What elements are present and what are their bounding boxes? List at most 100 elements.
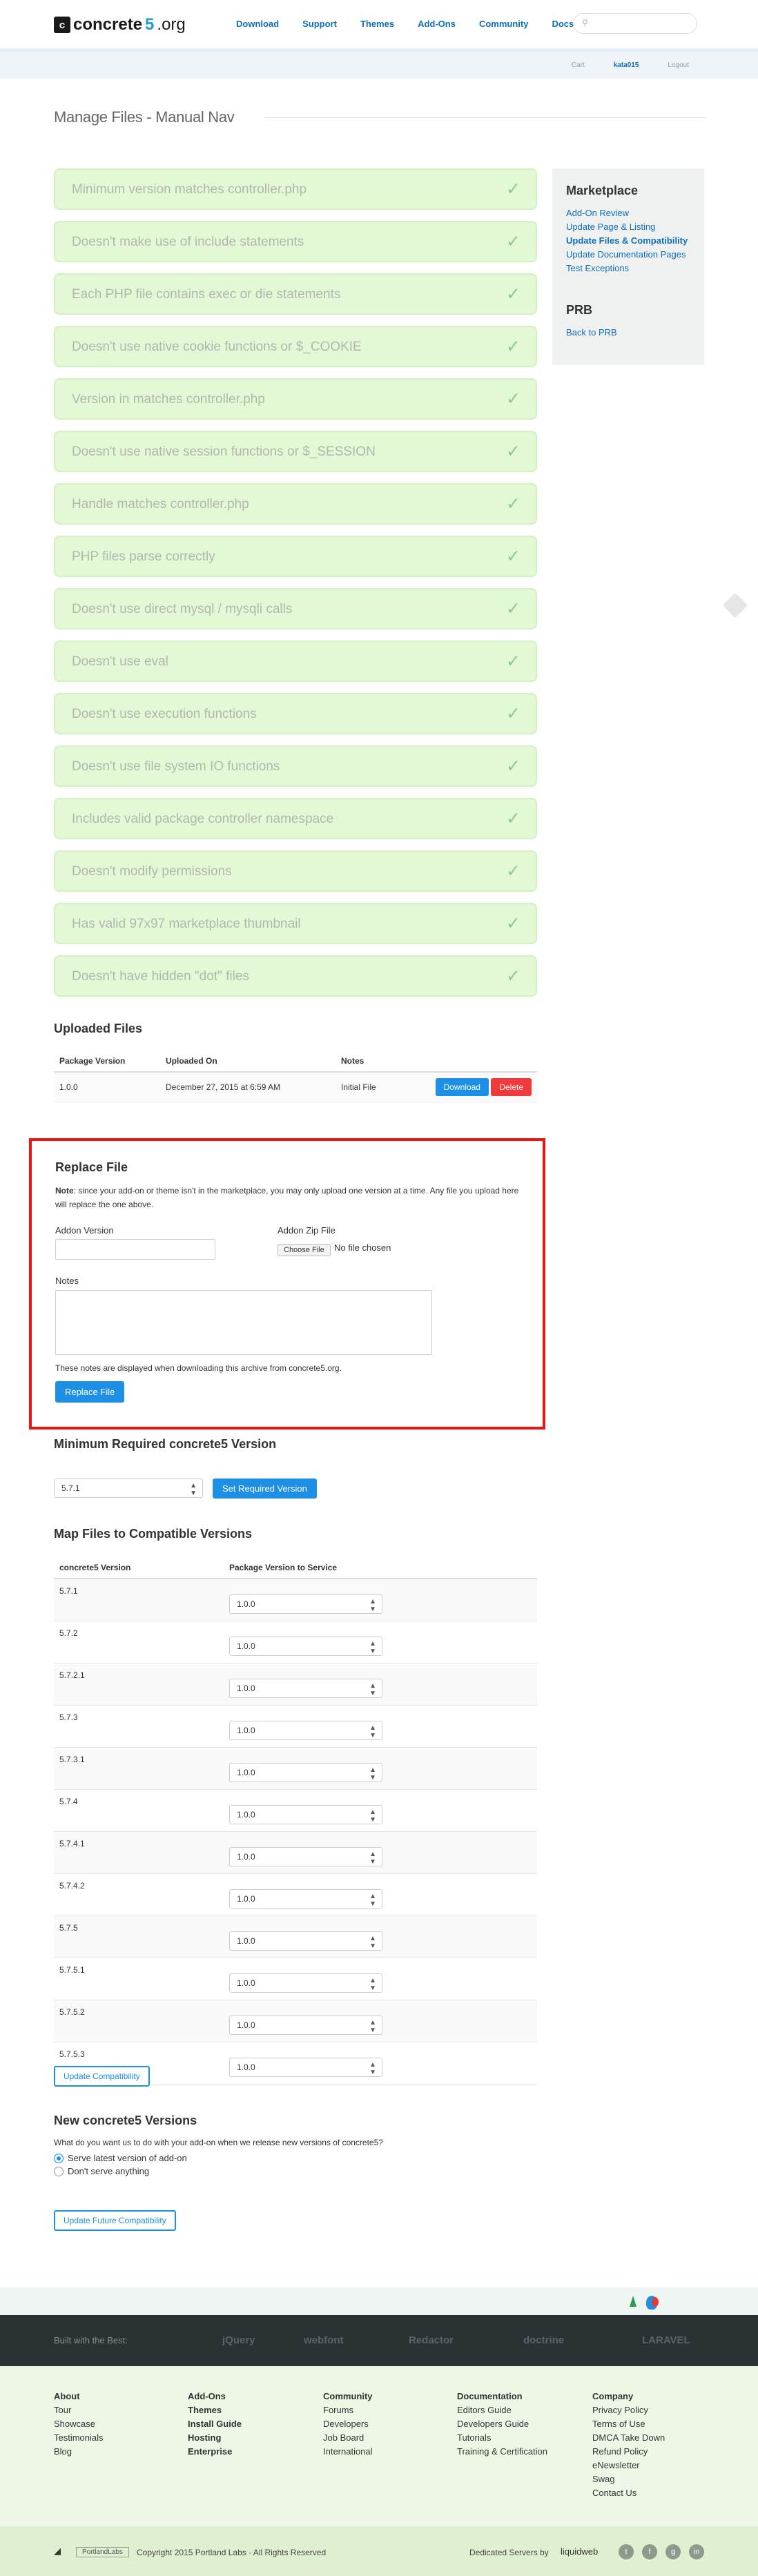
site-logo[interactable]: c concrete 5 .org [54, 15, 186, 35]
footer-link[interactable]: DMCA Take Down [592, 2431, 665, 2445]
package-version-select[interactable]: 1.0.0 ▲ ▼ [229, 2016, 382, 2035]
nav-themes[interactable]: Themes [360, 19, 394, 29]
footer-link[interactable]: Tour [54, 2403, 104, 2417]
sidebar-item-test-exceptions[interactable]: Test Exceptions [566, 262, 690, 275]
footer-link[interactable]: Developers [323, 2417, 373, 2431]
liquidweb-logo[interactable]: liquidweb [561, 2546, 598, 2557]
nav-download[interactable]: Download [236, 19, 279, 29]
check-item: Doesn't use native session functions or … [54, 431, 537, 472]
logo-redactor: Redactor [409, 2334, 454, 2346]
footer-link[interactable]: Contact Us [592, 2486, 665, 2500]
footer-link[interactable]: Hosting [188, 2431, 242, 2445]
package-version-value: 1.0.0 [237, 1936, 255, 1946]
package-version-select[interactable]: 1.0.0 ▲ ▼ [229, 1763, 382, 1782]
footer-link[interactable]: eNewsletter [592, 2459, 665, 2472]
footer-link[interactable]: Privacy Policy [592, 2403, 665, 2417]
table-row: 5.7.4 1.0.0 ▲ ▼ [54, 1790, 537, 1832]
delete-button[interactable]: Delete [491, 1078, 532, 1096]
update-future-compat-button[interactable]: Update Future Compatibility [54, 2210, 176, 2231]
footer-link[interactable]: Terms of Use [592, 2417, 665, 2431]
nav-addons[interactable]: Add-Ons [418, 19, 456, 29]
edit-toggle-icon[interactable] [722, 592, 748, 618]
package-version-select[interactable]: 1.0.0 ▲ ▼ [229, 1594, 382, 1614]
footer-link[interactable]: Job Board [323, 2431, 373, 2445]
c5-version: 5.7.2 [59, 1628, 78, 1638]
check-label: Each PHP file contains exec or die state… [72, 287, 341, 302]
radio-serve-nothing[interactable]: Don't serve anything [54, 2166, 537, 2176]
nav-support[interactable]: Support [302, 19, 337, 29]
footer-link[interactable]: Enterprise [188, 2445, 242, 2459]
footer-link[interactable]: Refund Policy [592, 2445, 665, 2459]
package-version-select[interactable]: 1.0.0 ▲ ▼ [229, 2058, 382, 2077]
check-label: Doesn't use eval [72, 654, 168, 669]
replace-file-button[interactable]: Replace File [55, 1381, 125, 1403]
footer-heading[interactable]: Documentation [457, 2390, 547, 2403]
footer-link[interactable]: Testimonials [54, 2431, 104, 2445]
addon-version-input[interactable] [55, 1239, 215, 1260]
footer-link[interactable]: Developers Guide [457, 2417, 547, 2431]
nav-community[interactable]: Community [479, 19, 529, 29]
footer-link[interactable]: Showcase [54, 2417, 104, 2431]
sidebar-item-addon-review[interactable]: Add-On Review [566, 206, 690, 220]
nav-docs[interactable]: Docs [552, 19, 574, 29]
footer-link[interactable]: Tutorials [457, 2431, 547, 2445]
check-mark-icon: ✓ [506, 442, 521, 461]
notes-textarea[interactable] [55, 1290, 432, 1355]
check-item: Version in matches controller.php ✓ [54, 378, 537, 420]
check-mark-icon: ✓ [506, 337, 521, 356]
cart-link[interactable]: Cart [572, 61, 585, 69]
new-versions-section: New concrete5 Versions What do you want … [54, 2114, 537, 2179]
footer-link[interactable]: Install Guide [188, 2417, 242, 2431]
package-version-value: 1.0.0 [237, 1768, 255, 1777]
footer-col-community: Community Forums Developers Job Board In… [323, 2390, 373, 2459]
package-version-select[interactable]: 1.0.0 ▲ ▼ [229, 1721, 382, 1740]
check-item: Includes valid package controller namesp… [54, 798, 537, 839]
table-row: 5.7.1 1.0.0 ▲ ▼ [54, 1579, 537, 1621]
check-mark-icon: ✓ [506, 809, 521, 828]
package-version-select[interactable]: 1.0.0 ▲ ▼ [229, 1847, 382, 1866]
footer-heading[interactable]: About [54, 2390, 104, 2403]
footer-link[interactable]: Swag [592, 2472, 665, 2486]
package-version-select[interactable]: 1.0.0 ▲ ▼ [229, 1637, 382, 1656]
uploaded-table: Package Version Uploaded On Notes 1.0.0 … [54, 1050, 537, 1102]
footer-heading[interactable]: Community [323, 2390, 373, 2403]
sidebar-item-update-docs[interactable]: Update Documentation Pages [566, 248, 690, 262]
facebook-icon[interactable]: f [642, 2544, 657, 2559]
check-mark-icon: ✓ [506, 861, 521, 881]
sidebar-item-update-page[interactable]: Update Page & Listing [566, 220, 690, 234]
search-input[interactable]: ⚲ [573, 13, 697, 34]
package-version-select[interactable]: 1.0.0 ▲ ▼ [229, 1931, 382, 1951]
twitter-icon[interactable]: t [619, 2544, 634, 2559]
user-link[interactable]: kata015 [614, 61, 639, 69]
update-compatibility-button[interactable]: Update Compatibility [54, 2066, 150, 2087]
google-icon[interactable]: g [665, 2544, 681, 2559]
set-required-version-button[interactable]: Set Required Version [213, 1479, 317, 1499]
radio-serve-latest[interactable]: Serve latest version of add-on [54, 2153, 537, 2163]
package-version-select[interactable]: 1.0.0 ▲ ▼ [229, 1973, 382, 1993]
footer-link[interactable]: Forums [323, 2403, 373, 2417]
footer-heading[interactable]: Add-Ons [188, 2390, 242, 2403]
select-arrows-icon: ▲ ▼ [369, 1977, 376, 1992]
linkedin-icon[interactable]: in [689, 2544, 704, 2559]
sidebar-item-back-prb[interactable]: Back to PRB [566, 326, 690, 340]
check-mark-icon: ✓ [506, 652, 521, 671]
choose-file-button[interactable]: Choose File [278, 1244, 331, 1256]
footer-heading[interactable]: Company [592, 2390, 665, 2403]
check-item: Doesn't use file system IO functions ✓ [54, 745, 537, 787]
package-version-select[interactable]: 1.0.0 ▲ ▼ [229, 1805, 382, 1824]
package-version-select[interactable]: 1.0.0 ▲ ▼ [229, 1889, 382, 1909]
check-item: Handle matches controller.php ✓ [54, 483, 537, 525]
min-version-select[interactable]: 5.7.1 ▲ ▼ [54, 1479, 203, 1498]
footer-link[interactable]: Themes [188, 2403, 242, 2417]
download-button[interactable]: Download [435, 1078, 489, 1096]
page: c concrete 5 .org Download Support Themes … [0, 0, 758, 2576]
footer-link[interactable]: International [323, 2445, 373, 2459]
footer-link[interactable]: Training & Certification [457, 2445, 547, 2459]
sidebar-item-update-files[interactable]: Update Files & Compatibility [566, 234, 690, 248]
logout-link[interactable]: Logout [668, 61, 689, 69]
package-version-select[interactable]: 1.0.0 ▲ ▼ [229, 1679, 382, 1698]
check-item: Doesn't make use of include statements ✓ [54, 221, 537, 262]
footer-link[interactable]: Editors Guide [457, 2403, 547, 2417]
portland-badge[interactable]: PortlandLabs [76, 2547, 129, 2557]
footer-link[interactable]: Blog [54, 2445, 104, 2459]
